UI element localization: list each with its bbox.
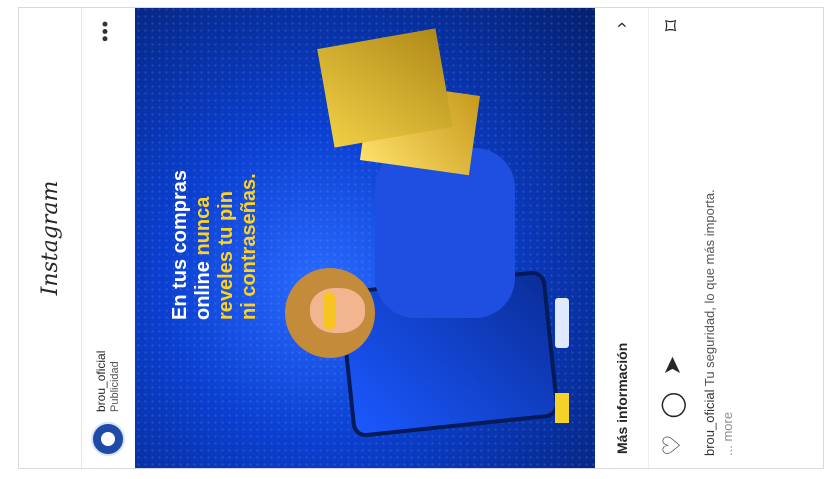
send-icon[interactable]: ➤ (658, 356, 687, 376)
headline-line: En tus compras (169, 169, 191, 320)
caption-more-link[interactable]: ... more (719, 20, 737, 456)
face-illustration (310, 288, 365, 333)
brand-logo (555, 298, 569, 348)
caption-username[interactable]: brou_oficial (702, 390, 717, 457)
ad-image[interactable]: En tus compras online nunca reveles tu p… (135, 8, 595, 468)
brand-tag (555, 393, 569, 423)
app-title: Instagram (37, 180, 63, 296)
more-info-button[interactable]: Más información (614, 343, 630, 454)
instagram-post-frame: Instagram brou_oficial Publicidad ••• En… (18, 7, 824, 469)
cta-bar[interactable]: Más información › (595, 8, 649, 468)
headline-highlight: nunca (192, 196, 214, 256)
post-author-info: brou_oficial Publicidad (94, 351, 122, 412)
sunglasses-illustration (323, 292, 335, 330)
rotated-post: Instagram brou_oficial Publicidad ••• En… (19, 8, 823, 468)
more-options-icon[interactable]: ••• (95, 20, 116, 42)
app-header: Instagram (19, 8, 82, 468)
headline-line: online nunca (192, 70, 215, 320)
post-caption: brou_oficial Tu seguridad, lo que más im… (701, 20, 737, 456)
username[interactable]: brou_oficial (94, 351, 108, 412)
sponsored-label: Publicidad (109, 361, 121, 412)
bookmark-icon[interactable]: ⌑ (659, 20, 685, 31)
caption-text: Tu seguridad, lo que más importa. (702, 189, 717, 390)
post-header: brou_oficial Publicidad ••• (81, 8, 135, 468)
avatar[interactable] (91, 422, 125, 456)
headline-text: online (192, 255, 214, 320)
person-illustration (375, 148, 515, 318)
action-bar: ♡ ◯ ➤ ⌑ (649, 8, 695, 468)
ad-headline: En tus compras online nunca reveles tu p… (169, 70, 261, 320)
comment-icon[interactable]: ◯ (658, 392, 687, 419)
chevron-right-icon[interactable]: › (611, 22, 632, 28)
headline-line: reveles tu pin (215, 191, 237, 320)
shopping-bag-illustration (317, 28, 453, 148)
headline-line: ni contraseñas. (238, 173, 260, 320)
heart-icon[interactable]: ♡ (658, 434, 687, 456)
